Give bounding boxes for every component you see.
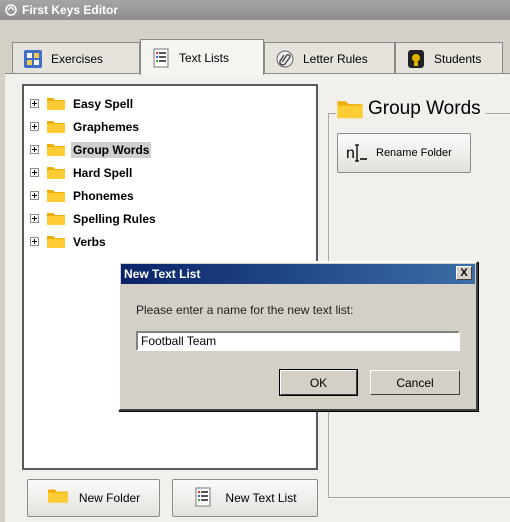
- dialog-title: New Text List: [124, 267, 201, 281]
- tree-item-label: Phonemes: [73, 188, 134, 203]
- tree-item-easy-spell[interactable]: Easy Spell: [30, 92, 316, 115]
- expand-icon[interactable]: [30, 237, 39, 246]
- tree-item-phonemes[interactable]: Phonemes: [30, 184, 316, 207]
- app-icon: [4, 3, 18, 17]
- tree-item-hard-spell[interactable]: Hard Spell: [30, 161, 316, 184]
- tree-list: Easy Spell Graphemes Group Words Hard Sp…: [24, 86, 316, 253]
- tab-students[interactable]: Students: [395, 42, 503, 74]
- new-text-list-button[interactable]: New Text List: [172, 479, 318, 517]
- expand-icon[interactable]: [30, 214, 39, 223]
- student-icon: [406, 49, 426, 69]
- folder-details-header: Group Words: [336, 96, 485, 122]
- folder-icon: [46, 211, 66, 226]
- paperclip-icon: [275, 49, 295, 69]
- expand-icon[interactable]: [30, 191, 39, 200]
- tab-exercises[interactable]: Exercises: [12, 42, 140, 74]
- new-folder-button[interactable]: New Folder: [27, 479, 160, 517]
- tab-letter-rules[interactable]: Letter Rules: [264, 42, 395, 74]
- tree-item-verbs[interactable]: Verbs: [30, 230, 316, 253]
- folder-icon: [46, 96, 66, 111]
- new-text-list-label: New Text List: [225, 491, 297, 505]
- tab-exercises-label: Exercises: [51, 51, 104, 66]
- expand-icon[interactable]: [30, 122, 39, 131]
- folder-icon: [47, 487, 69, 509]
- folder-icon: [46, 234, 66, 249]
- close-icon[interactable]: X: [456, 266, 472, 280]
- folder-icon: [46, 142, 66, 157]
- folder-icon: [46, 188, 66, 203]
- document-list-icon: [193, 487, 215, 509]
- tree-item-label: Group Words: [71, 141, 152, 158]
- new-folder-label: New Folder: [78, 491, 141, 505]
- tree-item-label: Verbs: [73, 234, 106, 249]
- tab-letter-rules-label: Letter Rules: [303, 51, 368, 66]
- tree-item-label: Easy Spell: [73, 96, 134, 111]
- title-bar: First Keys Editor: [0, 0, 510, 20]
- dialog-prompt: Please enter a name for the new text lis…: [136, 303, 354, 317]
- document-list-icon: [151, 48, 171, 68]
- tree-item-label: Hard Spell: [73, 165, 133, 180]
- tab-text-lists[interactable]: Text Lists: [140, 39, 264, 75]
- folder-icon: [336, 98, 364, 120]
- grid-icon: [23, 49, 43, 69]
- expand-icon[interactable]: [30, 99, 39, 108]
- tree-item-label: Graphemes: [73, 119, 140, 134]
- rename-folder-label: Rename Folder: [376, 147, 452, 159]
- rename-folder-button[interactable]: n Rename Folder: [337, 133, 471, 173]
- folder-icon: [46, 165, 66, 180]
- window-title: First Keys Editor: [22, 3, 119, 17]
- selected-folder-title: Group Words: [368, 98, 481, 119]
- ok-button[interactable]: OK: [279, 369, 358, 396]
- svg-text:n: n: [346, 145, 355, 162]
- dialog-title-bar[interactable]: New Text List X: [121, 264, 475, 284]
- expand-icon[interactable]: [30, 168, 39, 177]
- editor-window: First Keys Editor Exercises Text Lists L…: [0, 0, 510, 522]
- text-list-name-input[interactable]: [136, 331, 460, 351]
- cancel-button[interactable]: Cancel: [370, 370, 460, 395]
- expand-icon[interactable]: [30, 145, 39, 154]
- tree-item-label: Spelling Rules: [73, 211, 156, 226]
- tree-item-group-words[interactable]: Group Words: [30, 138, 316, 161]
- tree-item-spelling-rules[interactable]: Spelling Rules: [30, 207, 316, 230]
- folder-icon: [46, 119, 66, 134]
- tab-students-label: Students: [434, 51, 482, 66]
- tree-item-graphemes[interactable]: Graphemes: [30, 115, 316, 138]
- tab-text-lists-label: Text Lists: [179, 50, 230, 65]
- rename-icon: n: [346, 142, 368, 164]
- new-text-list-dialog: New Text List X Please enter a name for …: [118, 261, 478, 411]
